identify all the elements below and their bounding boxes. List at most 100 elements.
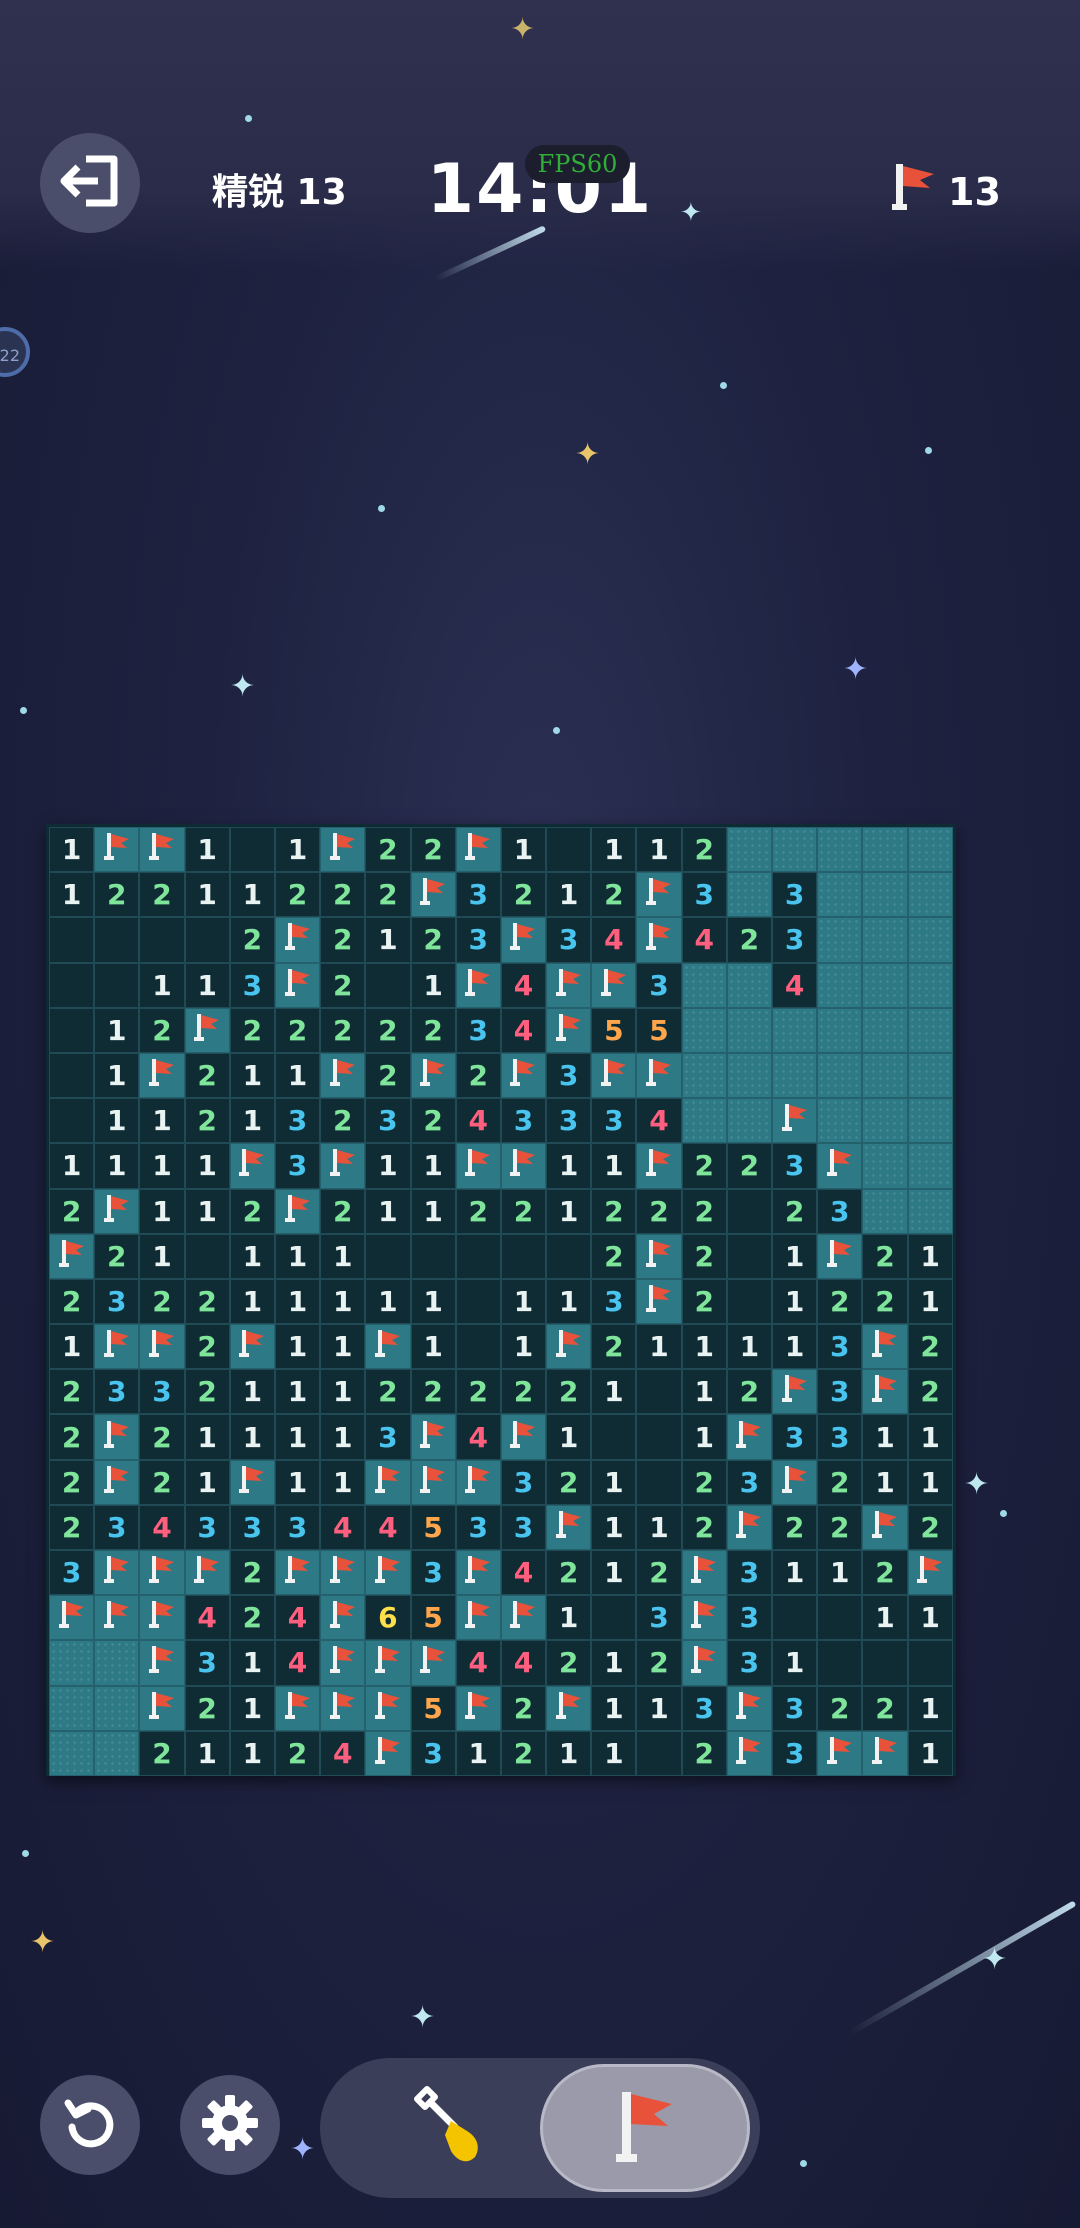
cell-empty[interactable] <box>636 1369 682 1415</box>
cell-number[interactable]: 2 <box>455 1369 501 1415</box>
cell-number[interactable]: 2 <box>410 827 456 873</box>
cell-number[interactable]: 3 <box>726 1640 772 1686</box>
cell-number[interactable]: 1 <box>139 1188 185 1234</box>
side-badge[interactable]: 22 <box>0 327 30 377</box>
cell-number[interactable]: 4 <box>772 962 818 1008</box>
cell-number[interactable]: 1 <box>862 1459 908 1505</box>
cell-number[interactable]: 2 <box>546 1459 592 1505</box>
cell-number[interactable]: 6 <box>365 1595 411 1641</box>
cell-number[interactable]: 2 <box>49 1459 95 1505</box>
cell-flagged[interactable] <box>365 1324 411 1370</box>
cell-number[interactable]: 3 <box>229 1504 275 1550</box>
cell-hidden[interactable] <box>907 1143 953 1189</box>
cell-number[interactable]: 1 <box>274 1459 321 1505</box>
cell-number[interactable]: 1 <box>49 827 95 873</box>
cell-number[interactable]: 1 <box>772 1324 818 1370</box>
cell-number[interactable]: 3 <box>817 1324 863 1370</box>
cell-number[interactable]: 1 <box>139 1143 185 1189</box>
cell-hidden[interactable] <box>907 827 953 873</box>
cell-number[interactable]: 2 <box>229 1007 275 1053</box>
cell-empty[interactable] <box>772 1595 818 1641</box>
cell-flagged[interactable] <box>274 962 321 1008</box>
cell-hidden[interactable] <box>772 1052 818 1099</box>
cell-number[interactable]: 1 <box>546 1278 592 1325</box>
cell-number[interactable]: 2 <box>500 1730 547 1776</box>
cell-number[interactable]: 3 <box>772 1685 818 1731</box>
cell-number[interactable]: 2 <box>365 872 411 918</box>
cell-number[interactable]: 2 <box>500 1685 547 1731</box>
cell-number[interactable]: 1 <box>591 1369 637 1415</box>
cell-hidden[interactable] <box>726 1098 772 1144</box>
cell-number[interactable]: 3 <box>410 1730 456 1776</box>
cell-hidden[interactable] <box>817 962 863 1008</box>
cell-flagged[interactable] <box>229 1324 275 1370</box>
cell-number[interactable]: 1 <box>229 872 275 918</box>
cell-flagged[interactable] <box>500 1052 547 1099</box>
cell-empty[interactable] <box>184 1233 230 1279</box>
cell-hidden[interactable] <box>726 1007 772 1053</box>
cell-number[interactable]: 1 <box>772 1640 818 1686</box>
cell-number[interactable]: 3 <box>817 1188 863 1234</box>
cell-number[interactable]: 2 <box>274 1007 321 1053</box>
cell-number[interactable]: 2 <box>591 1233 637 1279</box>
cell-hidden[interactable] <box>817 827 863 873</box>
cell-flagged[interactable] <box>862 1324 908 1370</box>
cell-number[interactable]: 5 <box>636 1007 682 1053</box>
cell-flagged[interactable] <box>365 1640 411 1686</box>
cell-number[interactable]: 4 <box>455 1098 501 1144</box>
cell-hidden[interactable] <box>862 1188 908 1234</box>
cell-number[interactable]: 3 <box>591 1098 637 1144</box>
cell-number[interactable]: 3 <box>500 1459 547 1505</box>
cell-flagged[interactable] <box>455 962 501 1008</box>
cell-flagged[interactable] <box>726 1685 772 1731</box>
cell-flagged[interactable] <box>274 917 321 963</box>
cell-number[interactable]: 1 <box>500 1324 547 1370</box>
cell-number[interactable]: 2 <box>681 1278 727 1325</box>
cell-flagged[interactable] <box>365 1730 411 1776</box>
cell-number[interactable]: 1 <box>94 1098 140 1144</box>
cell-flagged[interactable] <box>772 1369 818 1415</box>
cell-number[interactable]: 2 <box>94 872 140 918</box>
cell-number[interactable]: 1 <box>546 1595 592 1641</box>
cell-number[interactable]: 2 <box>681 1504 727 1550</box>
cell-number[interactable]: 1 <box>184 1188 230 1234</box>
cell-number[interactable]: 1 <box>274 1233 321 1279</box>
cell-number[interactable]: 2 <box>546 1550 592 1596</box>
cell-flagged[interactable] <box>94 1595 140 1641</box>
cell-flagged[interactable] <box>546 1504 592 1550</box>
cell-number[interactable]: 2 <box>772 1504 818 1550</box>
cell-empty[interactable] <box>546 1233 592 1279</box>
cell-number[interactable]: 4 <box>500 1007 547 1053</box>
cell-number[interactable]: 1 <box>410 1278 456 1325</box>
cell-number[interactable]: 1 <box>591 1730 637 1776</box>
cell-number[interactable]: 1 <box>410 1143 456 1189</box>
cell-hidden[interactable] <box>862 1007 908 1053</box>
cell-number[interactable]: 5 <box>410 1685 456 1731</box>
cell-empty[interactable] <box>139 917 185 963</box>
cell-number[interactable]: 5 <box>410 1504 456 1550</box>
cell-number[interactable]: 2 <box>591 872 637 918</box>
cell-number[interactable]: 1 <box>726 1324 772 1370</box>
cell-number[interactable]: 1 <box>681 1324 727 1370</box>
cell-number[interactable]: 2 <box>907 1324 953 1370</box>
cell-flagged[interactable] <box>49 1595 95 1641</box>
cell-number[interactable]: 1 <box>546 1414 592 1460</box>
cell-empty[interactable] <box>862 1640 908 1686</box>
cell-flagged[interactable] <box>274 1550 321 1596</box>
cell-number[interactable]: 3 <box>274 1098 321 1144</box>
cell-number[interactable]: 2 <box>139 1730 185 1776</box>
cell-empty[interactable] <box>49 1052 95 1099</box>
cell-number[interactable]: 1 <box>139 1233 185 1279</box>
cell-flagged[interactable] <box>365 1459 411 1505</box>
cell-flagged[interactable] <box>94 1459 140 1505</box>
cell-number[interactable]: 1 <box>546 1730 592 1776</box>
cell-number[interactable]: 2 <box>410 917 456 963</box>
cell-hidden[interactable] <box>726 1052 772 1099</box>
cell-number[interactable]: 1 <box>410 962 456 1008</box>
cell-number[interactable]: 1 <box>862 1414 908 1460</box>
cell-number[interactable]: 1 <box>636 1685 682 1731</box>
cell-empty[interactable] <box>500 1233 547 1279</box>
cell-number[interactable]: 2 <box>636 1550 682 1596</box>
cell-number[interactable]: 2 <box>817 1504 863 1550</box>
cell-flagged[interactable] <box>862 1504 908 1550</box>
